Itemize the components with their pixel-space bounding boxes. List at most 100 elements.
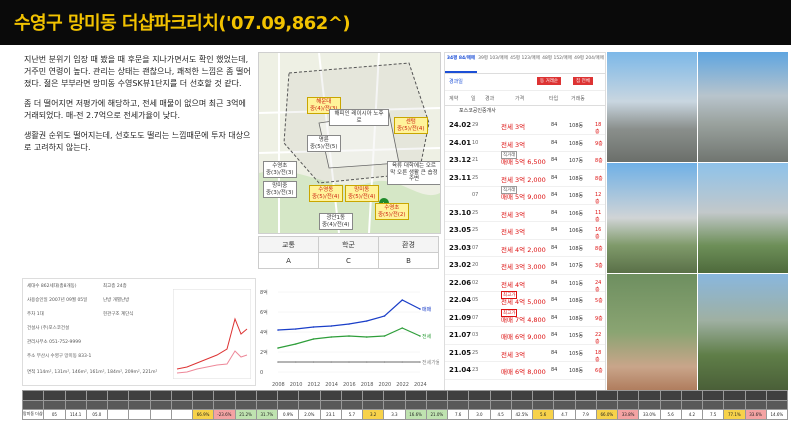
y-tick-label: 0 (260, 370, 263, 376)
table-cell: 21.0% (425, 409, 449, 420)
info-row: 세대수 862세대(총8개동) (27, 284, 77, 289)
transaction-floor: 16층 (595, 227, 602, 240)
transaction-d: 24.02 (449, 121, 472, 129)
transaction-row[interactable]: 21.07 03 매매 6억 9,000 84 105동 22층 (445, 327, 605, 345)
transaction-a: 84 (551, 122, 558, 128)
transaction-row[interactable]: 23.10 25 전세 3억 84 106동 11층 (445, 205, 605, 223)
transaction-floor: 12층 (595, 192, 602, 205)
rating-header: 학군 (318, 236, 379, 253)
transaction-row[interactable]: 07 매매 5억 9,000 84 108동 12층 직거래 (445, 186, 605, 205)
x-tick-label: 2008 (272, 382, 285, 388)
tab-size[interactable]: 49평 204/매매 (573, 53, 605, 73)
table-header-cell (404, 399, 427, 410)
table-cell: 31.7% (255, 409, 279, 420)
table-header-cell (468, 399, 491, 410)
table-header-cell (361, 390, 385, 401)
table-header-cell (765, 390, 789, 401)
table-header-cell (638, 390, 661, 401)
transaction-a: 84 (551, 244, 558, 251)
transaction-a: 84 (551, 192, 558, 198)
transaction-floor: 22층 (595, 332, 602, 345)
transaction-row[interactable]: 24.01 10 전세 3억 84 108동 9층 (445, 135, 605, 152)
transaction-d: 23.12 (449, 156, 472, 164)
table-header-cell (85, 399, 109, 410)
data-point (383, 335, 386, 337)
transaction-d: 24.01 (449, 138, 472, 147)
data-point (401, 361, 404, 363)
table-header-cell (298, 390, 321, 401)
table-header-cell (340, 399, 364, 410)
tab-size[interactable]: 39평 103/매매 (477, 53, 509, 73)
table-header-cell (553, 390, 576, 401)
transaction-row[interactable]: 21.04 23 매매 6억 8,000 84 108동 6층 (445, 362, 605, 380)
transaction-a: 84 (551, 367, 558, 373)
transaction-b: 108동 (569, 298, 584, 304)
tab-size[interactable]: 45평 123/매매 (509, 53, 541, 73)
table-header-cell (85, 390, 109, 401)
transaction-row[interactable]: 23.05 25 전세 3억 84 106동 16층 (445, 222, 605, 240)
transaction-row[interactable]: 23.11 25 전세 3억 2,000 84 108동 8층 (445, 170, 605, 187)
table-header-cell (446, 399, 470, 410)
info-row: 주소 부산시 수영구 망미동 833-1 (27, 354, 92, 359)
map-label: 센텀 중(5)/전(4) (394, 117, 428, 134)
table-header-cell (744, 390, 767, 401)
list-header: 계약 일 경과 가격 타입 거래동 (445, 91, 605, 106)
table-cell: 0.9% (276, 409, 300, 420)
transaction-floor: 8층 (595, 245, 603, 252)
tab-size[interactable]: 34평 84/매매 (445, 53, 477, 73)
transaction-row[interactable]: 23.03 07 전세 4억 2,000 84 108동 8층 (445, 240, 605, 257)
rating-value: C (318, 252, 379, 269)
map-panel[interactable]: + 해운대중(4)/전(3) 센텀중(5)/전(4) 명륜중(5)/전(5) 수… (258, 52, 441, 234)
transaction-panel: 34평 84/매매 39평 103/매매 45평 123/매매 48평 152/… (444, 52, 606, 392)
page-title: 수영구 망미동 더샵파크리치('07.09,862^) (14, 13, 351, 34)
table-header-cell (659, 390, 682, 401)
transaction-row[interactable]: 23.12 21 매매 5억 6,500 84 107동 8층 직거래 (445, 151, 605, 170)
table-header-cell (595, 399, 619, 410)
data-point (277, 329, 279, 331)
data-point (330, 325, 333, 327)
sort-select[interactable]: 경과일 (449, 78, 463, 85)
transaction-row[interactable]: 22.04 05 전세 4억 5,000 84 108동 5층 최고가 (445, 291, 605, 310)
table-header-cell (574, 399, 597, 410)
transaction-floor: 3층 (595, 263, 603, 269)
transaction-row[interactable]: 21.09 07 매매 7억 4,800 84 108동 9층 최고가 (445, 308, 605, 327)
transaction-row[interactable]: 23.02 20 전세 3억 3,000 84 107동 3층 (445, 257, 605, 275)
table-cell: 16.6% (404, 409, 427, 420)
table-cell (149, 409, 172, 420)
trade-order-button[interactable]: 동 거래순 (537, 77, 561, 85)
transaction-row[interactable]: 22.06 02 전세 4억 84 101동 24층 (445, 275, 605, 293)
apartment-photo (698, 163, 788, 273)
transaction-floor: 8층 (595, 175, 603, 182)
transaction-b: 105동 (569, 333, 584, 339)
transaction-row[interactable]: 24.02 29 전세 3억 84 108동 18층 (445, 117, 605, 135)
transaction-b: 107동 (569, 263, 584, 269)
transaction-row[interactable]: 21.05 25 전세 3억 84 105동 18층 (445, 345, 605, 363)
transaction-p: 전세 3억 (501, 140, 526, 149)
transaction-a: 84 (551, 227, 558, 233)
table-header-cell (319, 390, 342, 401)
table-cell: 66.0% (595, 409, 619, 420)
size-tabs: 34평 84/매매 39평 103/매매 45평 123/매매 48평 152/… (445, 53, 605, 74)
data-point (312, 338, 315, 340)
table-cell: -23.6% (213, 409, 236, 420)
table-header-cell (170, 390, 194, 401)
table-header-cell (191, 390, 215, 401)
price-chart-svg: 8억 6억 4억 2억 0 2008 2010 2012 2014 2016 2018 2020 202… (260, 289, 441, 388)
data-point (294, 343, 297, 345)
transaction-a: 84 (551, 157, 558, 163)
transaction-a: 84 (551, 297, 558, 303)
rating-header: 환경 (378, 236, 439, 253)
transaction-d: 23.10 (449, 208, 472, 217)
table-cell (128, 409, 151, 420)
tab-size[interactable]: 48평 152/매매 (541, 53, 573, 73)
table-header-cell (276, 399, 300, 410)
transaction-p: 전세 3억 3,000 (501, 263, 546, 271)
table-header-cell (191, 399, 215, 410)
transaction-dd: 03 (472, 332, 479, 338)
all-button[interactable]: 집 전체 (573, 77, 593, 85)
transaction-list: 24.02 29 전세 3억 84 108동 18층 24.01 10 전세 3억 84 108동 9… (445, 117, 605, 380)
transaction-d: 22.06 (449, 278, 472, 287)
transaction-a: 84 (551, 262, 558, 268)
transaction-b: 108동 (569, 193, 584, 199)
transaction-p: 전세 3억 (501, 123, 526, 131)
